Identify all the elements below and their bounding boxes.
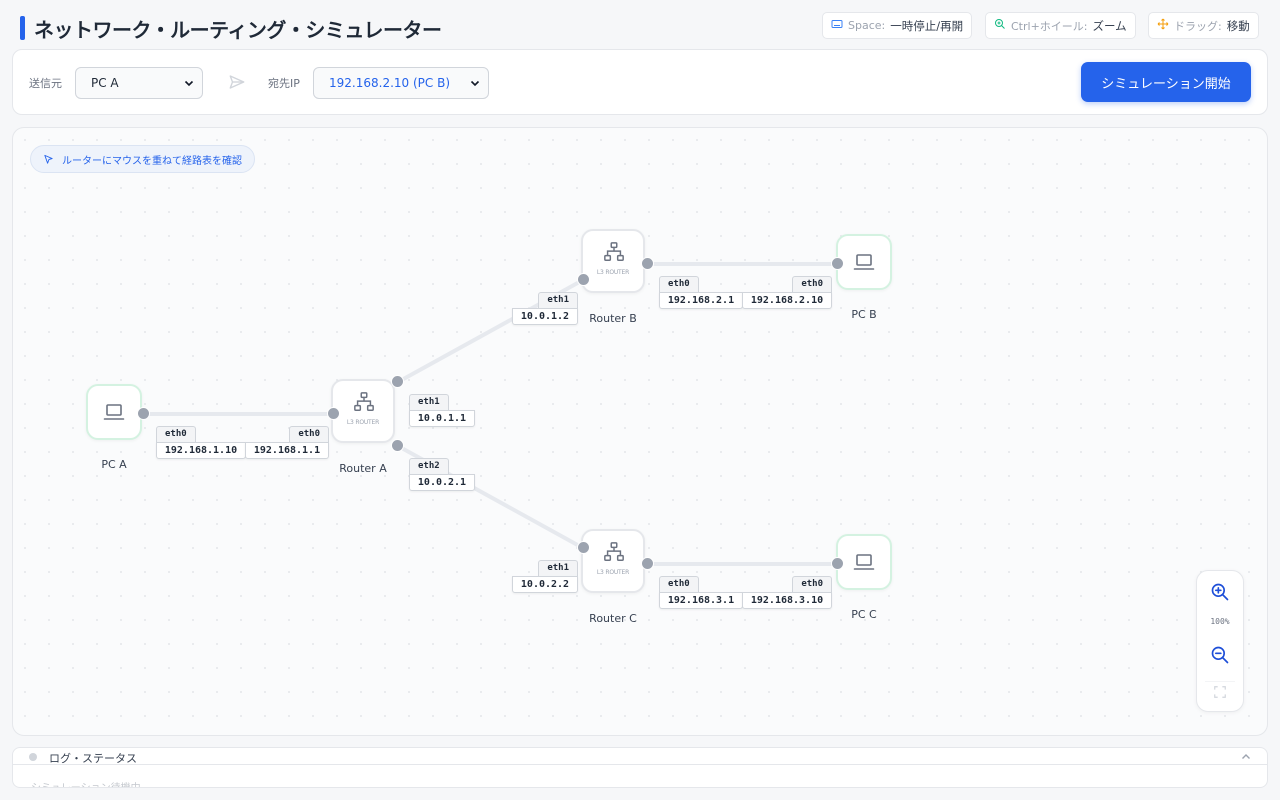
page-title: ネットワーク・ルーティング・シミュレーター <box>34 18 442 42</box>
log-title: ログ・ステータス <box>49 752 137 765</box>
dest-ip-select[interactable]: 192.168.2.10 (PC B) <box>313 67 489 99</box>
source-select[interactable]: PC A <box>75 67 203 99</box>
dest-label: 宛先IP <box>268 77 300 90</box>
zoom-in-icon[interactable] <box>1210 582 1230 602</box>
router-type-label: L3 ROUTER <box>346 419 380 426</box>
source-label: 送信元 <box>29 77 62 90</box>
iface-ip: 192.168.3.10 <box>742 592 832 609</box>
pc-c-node[interactable] <box>836 534 892 590</box>
chevron-down-icon <box>184 80 194 87</box>
network-canvas[interactable]: ルーターにマウスを重ねて経路表を確認 PC A PC B PC C L3 ROU… <box>12 127 1268 736</box>
iface-name: eth1 <box>538 560 578 576</box>
fit-screen-icon[interactable] <box>1213 685 1227 699</box>
laptop-icon <box>853 254 875 270</box>
port-rc-eth1[interactable] <box>577 541 590 554</box>
pc-a-label: PC A <box>101 458 127 471</box>
log-line: シミュレーション待機中 <box>31 779 141 787</box>
hint-space: Space: 一時停止/再開 <box>822 12 973 39</box>
port-ra-eth2[interactable] <box>391 439 404 452</box>
router-c-node[interactable]: L3 ROUTER <box>581 529 645 593</box>
log-panel: ログ・ステータス シミュレーション待機中 <box>12 747 1268 788</box>
iface-name: eth0 <box>659 276 699 292</box>
iface-name: eth0 <box>792 276 832 292</box>
hint-space-key: Space: <box>848 19 886 32</box>
port-rb-eth0[interactable] <box>641 257 654 270</box>
iface-ip: 192.168.3.1 <box>659 592 743 609</box>
hint-drag: ドラッグ: 移動 <box>1148 12 1259 39</box>
zoom-controls: 100% <box>1196 570 1244 712</box>
port-rc-eth0[interactable] <box>641 557 654 570</box>
start-simulation-button[interactable]: シミュレーション開始 <box>1081 62 1251 102</box>
pc-b-node[interactable] <box>836 234 892 290</box>
router-a-node[interactable]: L3 ROUTER <box>331 379 395 443</box>
iface-ip: 192.168.1.10 <box>156 442 246 459</box>
hint-drag-key: ドラッグ: <box>1174 19 1222 33</box>
iface-name: eth1 <box>409 394 449 410</box>
iface-ip: 10.0.1.2 <box>512 308 578 325</box>
iface-name: eth0 <box>659 576 699 592</box>
iface-ip: 192.168.2.10 <box>742 292 832 309</box>
port-pc-b-eth0[interactable] <box>831 257 844 270</box>
toolbar: 送信元 PC A 宛先IP 192.168.2.10 (PC B) シミュレーシ… <box>12 49 1268 115</box>
title-accent-bar <box>20 16 25 40</box>
port-rb-eth1[interactable] <box>577 273 590 286</box>
pc-a-node[interactable] <box>86 384 142 440</box>
log-header[interactable]: ログ・ステータス <box>13 748 1267 765</box>
chevron-down-icon <box>470 80 480 87</box>
port-pc-a-eth0[interactable] <box>137 407 150 420</box>
network-router-icon <box>354 392 374 411</box>
iface-ip: 192.168.1.1 <box>245 442 329 459</box>
port-ra-eth1[interactable] <box>391 375 404 388</box>
hint-space-value: 一時停止/再開 <box>890 18 964 33</box>
hint-zoom-key: Ctrl+ホイール: <box>1011 19 1088 33</box>
iface-name: eth2 <box>409 458 449 474</box>
source-select-value: PC A <box>91 76 119 90</box>
laptop-icon <box>853 554 875 570</box>
pc-b-label: PC B <box>851 308 877 321</box>
zoom-divider <box>1205 681 1235 682</box>
send-arrow-icon <box>229 75 245 89</box>
zoom-level: 100% <box>1210 617 1230 626</box>
router-a-label: Router A <box>339 462 387 475</box>
router-type-label: L3 ROUTER <box>596 269 630 276</box>
move-icon <box>1157 18 1169 33</box>
port-pc-c-eth0[interactable] <box>831 557 844 570</box>
network-router-icon <box>604 542 624 561</box>
laptop-icon <box>103 404 125 420</box>
network-router-icon <box>604 242 624 261</box>
iface-ip: 10.0.2.2 <box>512 576 578 593</box>
links-layer <box>142 262 839 566</box>
port-ra-eth0[interactable] <box>327 407 340 420</box>
iface-ip: 10.0.2.1 <box>409 474 475 491</box>
router-b-label: Router B <box>589 312 637 325</box>
router-c-label: Router C <box>589 612 637 625</box>
iface-name: eth0 <box>156 426 196 442</box>
zoom-out-icon[interactable] <box>1210 645 1230 665</box>
chevron-up-icon[interactable] <box>1241 752 1251 762</box>
iface-name: eth0 <box>792 576 832 592</box>
app-header: ネットワーク・ルーティング・シミュレーター Space: 一時停止/再開 Ctr… <box>0 0 1280 50</box>
keyboard-icon <box>831 18 843 33</box>
hint-drag-value: 移動 <box>1226 18 1250 33</box>
hint-zoom: Ctrl+ホイール: ズーム <box>985 12 1136 39</box>
pc-c-label: PC C <box>851 608 877 621</box>
iface-ip: 192.168.2.1 <box>659 292 743 309</box>
status-dot <box>29 753 37 761</box>
iface-ip: 10.0.1.1 <box>409 410 475 427</box>
iface-name: eth1 <box>538 292 578 308</box>
iface-name: eth0 <box>289 426 329 442</box>
hint-zoom-value: ズーム <box>1092 18 1127 33</box>
zoom-icon <box>994 18 1006 33</box>
dest-ip-select-value: 192.168.2.10 (PC B) <box>329 76 450 90</box>
router-type-label: L3 ROUTER <box>596 569 630 576</box>
router-b-node[interactable]: L3 ROUTER <box>581 229 645 293</box>
